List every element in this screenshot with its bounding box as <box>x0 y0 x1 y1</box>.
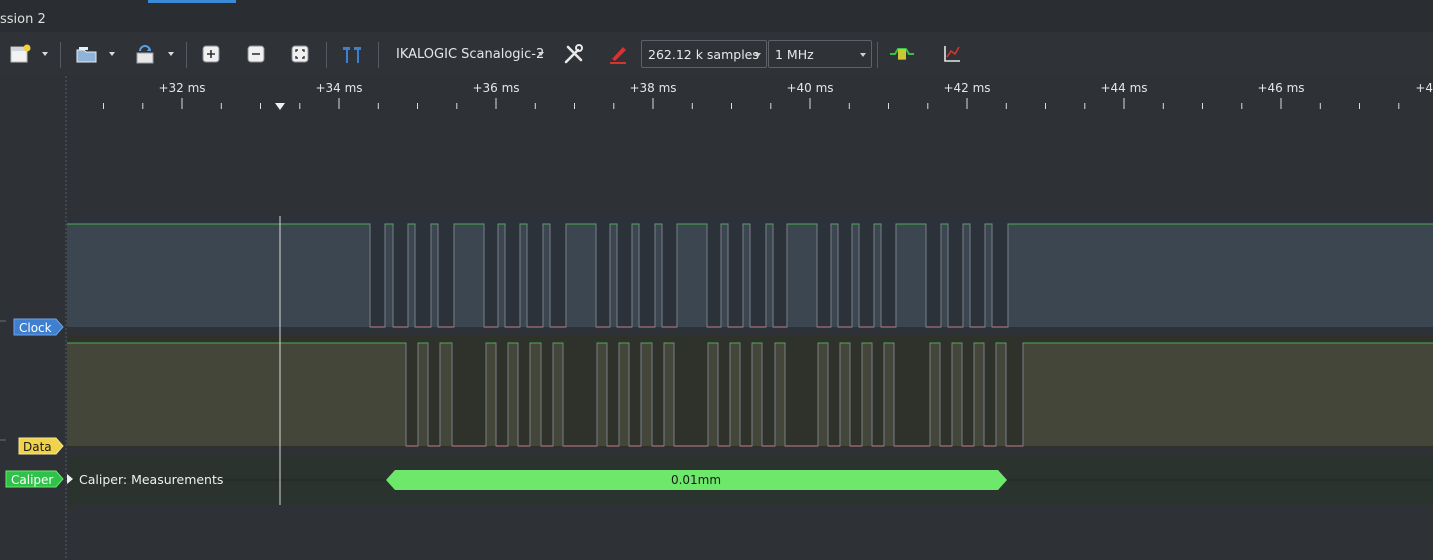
clock-high-fill <box>520 224 527 327</box>
data-high-fill <box>486 343 496 446</box>
channel-label-caliper[interactable]: Caliper <box>5 470 64 488</box>
ruler-tick-label: +34 ms <box>315 81 362 95</box>
clock-high-fill <box>677 224 707 327</box>
data-high-fill <box>553 343 563 446</box>
data-high-fill <box>884 343 894 446</box>
clock-high-fill <box>655 224 662 327</box>
data-high-fill <box>418 343 428 446</box>
time-ruler[interactable]: +32 ms +34 ms +36 ms +38 ms +40 ms +42 ms +44 … <box>67 76 1433 114</box>
clock-high-fill <box>941 224 948 327</box>
data-high-fill <box>818 343 828 446</box>
clock-high-fill <box>632 224 639 327</box>
data-label-text: Data <box>23 440 52 454</box>
caliper-label-text: Caliper <box>11 473 53 487</box>
channel-label-data[interactable]: Data <box>18 437 64 455</box>
clock-label-text: Clock <box>19 321 52 335</box>
data-high-fill <box>619 343 629 446</box>
clock-high-fill <box>787 224 817 327</box>
clock-high-fill <box>431 224 438 327</box>
data-high-fill <box>862 343 872 446</box>
data-high-fill <box>1023 343 1433 446</box>
data-high-fill <box>664 343 674 446</box>
clock-high-fill <box>766 224 773 327</box>
data-high-fill <box>440 343 452 446</box>
data-high-fill <box>775 343 785 446</box>
data-high-fill <box>597 343 607 446</box>
clock-high-fill <box>1008 224 1433 327</box>
clock-high-fill <box>543 224 550 327</box>
data-high-fill <box>530 343 541 446</box>
caliper-measurement-bar[interactable]: 0.01mm <box>386 470 1007 490</box>
clock-high-fill <box>852 224 859 327</box>
clock-high-fill <box>743 224 750 327</box>
clock-high-fill <box>963 224 970 327</box>
ruler-tick-label: +48 <box>1415 81 1433 95</box>
ruler-tick-label: +42 ms <box>943 81 990 95</box>
ruler-background <box>67 76 1433 114</box>
clock-high-fill <box>454 224 484 327</box>
data-high-fill <box>67 343 406 446</box>
clock-high-fill <box>408 224 415 327</box>
ruler-tick-label: +38 ms <box>629 81 676 95</box>
clock-high-fill <box>498 224 505 327</box>
data-high-fill <box>508 343 518 446</box>
clock-high-fill <box>896 224 926 327</box>
ruler-tick-label: +44 ms <box>1100 81 1147 95</box>
clock-high-fill <box>721 224 728 327</box>
data-high-fill <box>930 343 940 446</box>
expand-caliper-icon[interactable] <box>67 474 73 484</box>
caliper-title: Caliper: Measurements <box>79 472 224 487</box>
ruler-tick-label: +36 ms <box>472 81 519 95</box>
clock-high-fill <box>610 224 617 327</box>
clock-high-fill <box>831 224 838 327</box>
clock-waveform <box>67 223 1433 328</box>
clock-high-fill <box>874 224 881 327</box>
data-high-fill <box>641 343 652 446</box>
channel-label-clock[interactable]: Clock <box>13 318 64 336</box>
ruler-tick-label: +40 ms <box>786 81 833 95</box>
measurement-value: 0.01mm <box>671 473 721 487</box>
data-high-fill <box>708 343 718 446</box>
clock-high-fill <box>67 224 370 327</box>
data-high-fill <box>730 343 740 446</box>
clock-high-fill <box>985 224 992 327</box>
ruler-tick-label: +32 ms <box>158 81 205 95</box>
data-high-fill <box>840 343 850 446</box>
clock-high-fill <box>566 224 596 327</box>
data-high-fill <box>952 343 962 446</box>
data-high-fill <box>974 343 984 446</box>
ruler-tick-label: +46 ms <box>1257 81 1304 95</box>
clock-high-fill <box>385 224 393 327</box>
data-high-fill <box>752 343 762 446</box>
data-high-fill <box>996 343 1006 446</box>
